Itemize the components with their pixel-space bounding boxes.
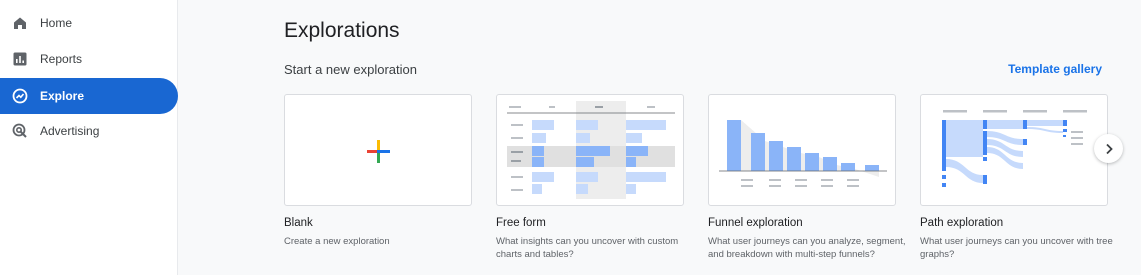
sidebar-item-label: Reports: [40, 52, 83, 66]
template-gallery-link[interactable]: Template gallery: [1008, 62, 1102, 76]
next-carousel-button[interactable]: [1094, 134, 1123, 163]
card-blank-description: Create a new exploration: [284, 236, 390, 247]
section-subtitle: Start a new exploration: [284, 62, 417, 77]
card-funnel-thumbnail[interactable]: [708, 94, 896, 206]
sidebar-item-label: Home: [40, 16, 73, 30]
home-icon: [12, 15, 28, 31]
bar-chart-icon: [12, 51, 28, 67]
page-title: Explorations: [284, 19, 400, 42]
sidebar-item-label: Explore: [40, 89, 85, 103]
card-path-description: What user journeys can you uncover with …: [920, 236, 1113, 260]
card-path-thumbnail[interactable]: [920, 94, 1108, 206]
sidebar-item-reports[interactable]: Reports: [0, 41, 178, 77]
sidebar-item-explore[interactable]: Explore: [0, 78, 178, 114]
explore-icon: [12, 88, 28, 104]
card-free-form-title[interactable]: Free form: [496, 217, 546, 229]
funnel-chart-illustration: [719, 120, 887, 187]
card-blank-thumbnail[interactable]: [284, 94, 472, 206]
card-blank-title[interactable]: Blank: [284, 217, 313, 229]
sidebar-item-label: Advertising: [40, 124, 100, 138]
plus-icon: [367, 140, 390, 163]
sidebar-item-home[interactable]: Home: [0, 5, 178, 41]
sidebar-item-advertising[interactable]: Advertising: [0, 113, 178, 149]
card-funnel-title[interactable]: Funnel exploration: [708, 217, 803, 229]
advertising-icon: [12, 123, 28, 139]
path-tree-illustration: [942, 110, 1087, 187]
card-free-form-thumbnail[interactable]: [496, 94, 684, 206]
chevron-right-icon: [1105, 143, 1113, 154]
card-funnel-description: What user journeys can you analyze, segm…: [708, 236, 906, 260]
card-free-form-description: What insights can you uncover with custo…: [496, 236, 679, 260]
card-path-title[interactable]: Path exploration: [920, 217, 1003, 229]
free-form-table-illustration: [507, 101, 675, 199]
sidebar: Home Reports Explore Advertising: [0, 0, 178, 275]
